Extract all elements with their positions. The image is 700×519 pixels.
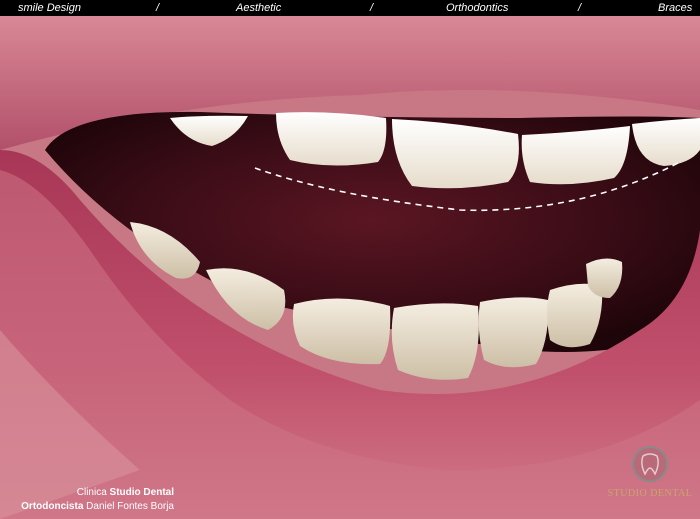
upper-tooth	[276, 112, 387, 166]
upper-tooth	[521, 126, 630, 185]
doctor-credit: Ortodoncista Daniel Fontes Borja	[21, 501, 174, 513]
nav-smile-design: smile Design	[18, 2, 81, 14]
nav-aesthetic: Aesthetic	[236, 2, 282, 14]
nav-separator: /	[156, 2, 160, 14]
top-nav-bar: smile Design / Aesthetic / Orthodontics …	[0, 0, 700, 16]
clinic-credit: Clinica Studio Dental	[77, 487, 174, 499]
clinic-name: Studio Dental	[109, 487, 174, 498]
nav-braces: Braces	[658, 2, 693, 14]
lower-tooth	[391, 303, 479, 380]
mouth-illustration	[0, 16, 700, 519]
lower-tooth	[478, 297, 549, 368]
nav-separator: /	[370, 2, 374, 14]
nav-orthodontics: Orthodontics	[446, 2, 509, 14]
logo-wordmark: STUDIO DENTAL	[607, 488, 693, 499]
photo-stage: smile Design / Aesthetic / Orthodontics …	[0, 0, 700, 519]
doctor-name: Daniel Fontes Borja	[86, 501, 174, 512]
clinic-prefix: Clinica	[76, 487, 107, 498]
nav-separator: /	[578, 2, 582, 14]
doctor-role: Ortodoncista	[21, 501, 84, 512]
logo-ring	[632, 446, 668, 482]
